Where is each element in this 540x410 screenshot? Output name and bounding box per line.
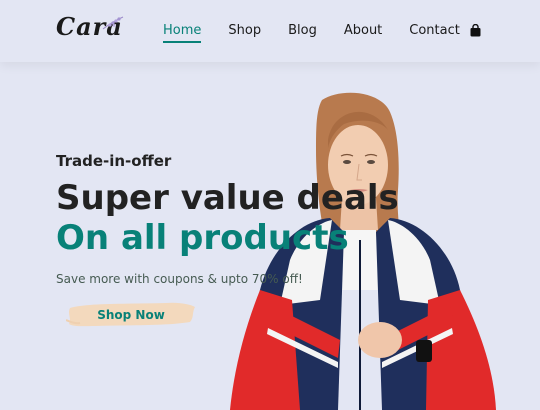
shop-now-label: Shop Now [97, 307, 165, 322]
lavender-leaf-icon [102, 16, 124, 30]
navbar: Cara Home Shop Blog About Contact [0, 0, 540, 62]
nav-home[interactable]: Home [163, 23, 202, 43]
main-nav: Home Shop Blog About Contact [163, 23, 487, 43]
hero-copy: Trade-in-offer Super value deals On all … [56, 152, 399, 286]
hero-subtext: Save more with coupons & upto 70% off! [56, 272, 303, 286]
shop-now-button[interactable]: Shop Now [66, 300, 196, 328]
hero-eyebrow: Trade-in-offer [56, 152, 172, 170]
shopping-bag-icon[interactable] [470, 24, 481, 37]
hero-headline-1: Super value deals [56, 178, 399, 218]
nav-shop[interactable]: Shop [228, 23, 261, 38]
hero-headline-2: On all products [56, 218, 349, 258]
nav-about[interactable]: About [344, 23, 382, 38]
nav-contact[interactable]: Contact [409, 23, 460, 38]
nav-blog[interactable]: Blog [288, 23, 317, 38]
